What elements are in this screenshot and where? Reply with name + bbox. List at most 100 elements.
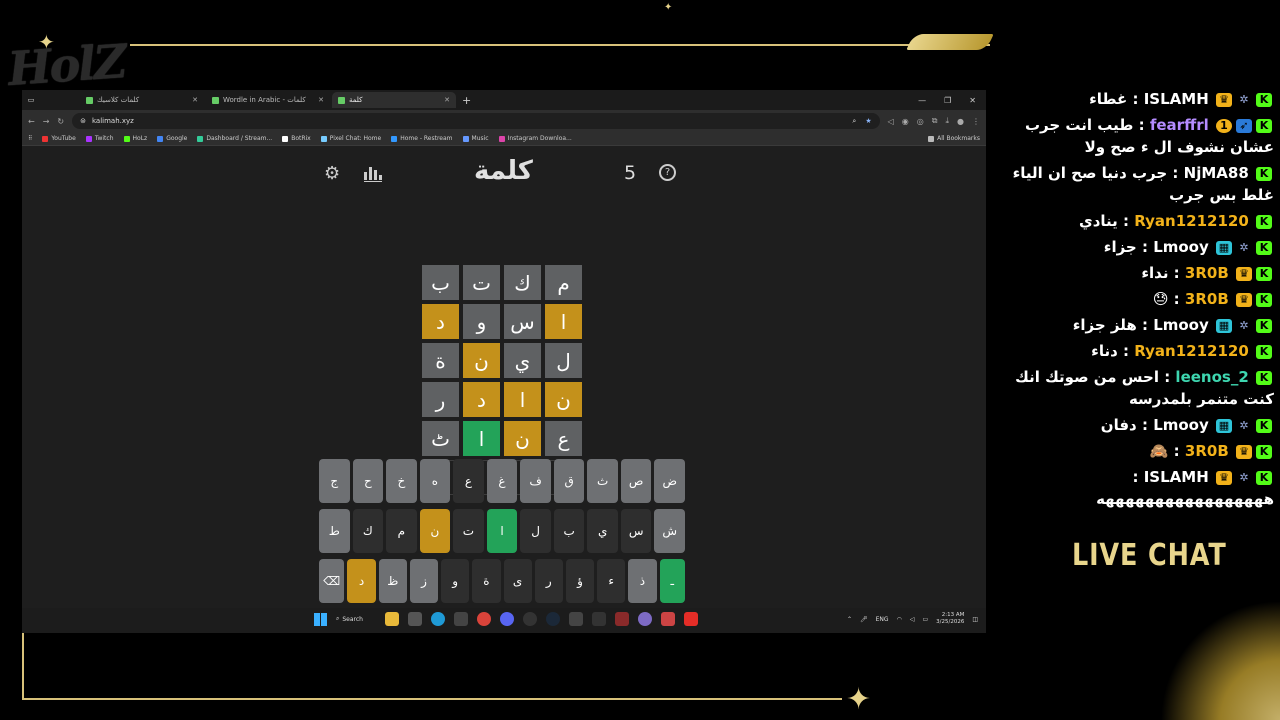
keyboard-key[interactable]: ظ — [378, 559, 407, 603]
minimize-button[interactable]: — — [918, 96, 926, 105]
bookmark-item[interactable]: YouTube — [42, 135, 76, 142]
close-tab-icon[interactable]: ✕ — [318, 96, 324, 104]
keyboard-key[interactable]: ق — [553, 459, 585, 503]
close-tab-icon[interactable]: ✕ — [192, 96, 198, 104]
store-icon[interactable] — [408, 612, 422, 626]
menu-icon[interactable]: ⋮ — [972, 117, 980, 126]
extension-icon[interactable]: ◎ — [917, 117, 924, 126]
bookmark-item[interactable]: Instagram Downloa... — [498, 135, 572, 142]
forward-icon[interactable]: → — [43, 117, 50, 126]
keyboard-key[interactable]: د — [347, 559, 376, 603]
address-bar[interactable]: ⊜ kalimah.xyz ⌕ ★ — [72, 113, 880, 129]
site-info-icon[interactable]: ⊜ — [80, 117, 86, 125]
zoom-icon[interactable]: ⌕ — [852, 117, 856, 126]
microphone-icon[interactable]: 🎤︎ — [860, 616, 868, 623]
wifi-icon[interactable]: ◠ — [897, 616, 902, 623]
maximize-button[interactable]: ❐ — [944, 96, 951, 105]
enter-key[interactable]: ـ — [659, 559, 685, 603]
keyboard-key[interactable]: ف — [520, 459, 551, 503]
bookmark-item[interactable]: Google — [157, 135, 187, 142]
bookmark-star-icon[interactable]: ★ — [865, 117, 871, 126]
keyboard-key[interactable]: ج — [318, 459, 350, 503]
backspace-key[interactable]: ⌫ — [319, 559, 345, 603]
app-icon[interactable] — [454, 612, 468, 626]
file-explorer-icon[interactable] — [385, 612, 399, 626]
mute-icon[interactable]: ◁ — [888, 117, 894, 126]
chrome-icon[interactable] — [477, 612, 491, 626]
app-icon[interactable] — [615, 612, 629, 626]
obs-icon[interactable] — [523, 612, 537, 626]
keyboard-key[interactable]: ى — [503, 559, 532, 603]
bookmark-item[interactable]: BotRix — [282, 135, 311, 142]
windows-start-icon[interactable] — [314, 612, 327, 626]
close-tab-icon[interactable]: ✕ — [444, 96, 450, 104]
new-tab-button[interactable]: + — [462, 94, 471, 107]
keyboard-key[interactable]: ش — [654, 509, 685, 553]
overlay-bottom-line — [22, 698, 842, 700]
bookmark-item[interactable]: Twitch — [85, 135, 114, 142]
bookmark-item[interactable]: Home - Restream — [391, 135, 453, 142]
statistics-icon[interactable] — [364, 164, 382, 182]
keyboard-key[interactable]: ة — [472, 559, 501, 603]
keyboard-key[interactable]: ل — [520, 509, 551, 553]
keyboard-key[interactable]: ن — [419, 509, 451, 553]
steam-icon[interactable] — [546, 612, 560, 626]
app-icon[interactable] — [569, 612, 583, 626]
chevron-up-icon[interactable]: ⌃ — [847, 616, 852, 623]
app-icon[interactable] — [638, 612, 652, 626]
keyboard-key[interactable]: ح — [352, 459, 384, 503]
keyboard-key[interactable]: س — [620, 509, 652, 553]
extension-icon[interactable]: ◉ — [902, 117, 909, 126]
apps-grid-icon[interactable]: ⠿ — [28, 135, 32, 142]
keyboard-key[interactable]: ر — [534, 559, 563, 603]
keyboard-key[interactable]: ك — [352, 509, 384, 553]
keyboard-key[interactable]: ء — [597, 559, 626, 603]
profile-avatar[interactable]: ● — [957, 117, 964, 126]
youtube-icon[interactable] — [684, 612, 698, 626]
bookmark-item[interactable]: Pixel Chat: Home — [320, 135, 381, 142]
keyboard-key[interactable]: ض — [654, 459, 685, 503]
app-icon[interactable] — [661, 612, 675, 626]
keyboard-key[interactable]: ا — [486, 509, 518, 553]
discord-icon[interactable] — [500, 612, 514, 626]
keyboard-key[interactable]: ي — [587, 509, 618, 553]
keyboard-key[interactable]: غ — [486, 459, 518, 503]
keyboard-key[interactable]: ؤ — [565, 559, 595, 603]
notification-icon[interactable]: ◫ — [972, 616, 978, 623]
keyboard-key[interactable]: ذ — [628, 559, 657, 603]
language-indicator[interactable]: ENG — [876, 616, 889, 623]
close-window-button[interactable]: ✕ — [969, 96, 976, 105]
all-bookmarks-button[interactable]: All Bookmarks — [928, 135, 980, 142]
volume-icon[interactable]: ◁ — [910, 616, 915, 623]
keyboard-key[interactable]: ع — [453, 459, 484, 503]
keyboard-key[interactable]: ب — [553, 509, 585, 553]
window-icon[interactable]: ▭ — [22, 96, 40, 104]
keyboard-key[interactable]: و — [441, 559, 470, 603]
keyboard-key[interactable]: ه — [419, 459, 451, 503]
help-icon[interactable]: ? — [659, 164, 676, 181]
back-icon[interactable]: ← — [28, 117, 35, 126]
taskbar-search[interactable]: ⌕ Search — [336, 615, 376, 623]
bookmark-item[interactable]: HoLz — [123, 135, 147, 142]
browser-tab[interactable]: كلمة ✕ — [332, 92, 456, 108]
reload-icon[interactable]: ↻ — [57, 117, 64, 126]
clock[interactable]: 2:13 AM 3/25/2026 — [936, 612, 964, 626]
keyboard-key[interactable]: ط — [318, 509, 350, 553]
keyboard-key[interactable]: خ — [386, 459, 417, 503]
battery-icon[interactable]: ▭ — [922, 616, 928, 623]
keyboard-key[interactable]: ث — [587, 459, 618, 503]
keyboard-key[interactable]: ز — [409, 559, 439, 603]
edge-icon[interactable] — [431, 612, 445, 626]
browser-tab[interactable]: Wordle in Arabic - كلمات ✕ — [206, 92, 330, 108]
keyboard-key[interactable]: ت — [453, 509, 484, 553]
settings-gear-icon[interactable]: ⚙ — [324, 163, 340, 184]
crown-badge-icon: ♛ — [1236, 266, 1252, 281]
keyboard-key[interactable]: م — [386, 509, 417, 553]
browser-tab[interactable]: كلمات كلاسيك ✕ — [80, 92, 204, 108]
bookmark-item[interactable]: Music — [462, 135, 489, 142]
bookmark-item[interactable]: Dashboard / Stream... — [197, 135, 272, 142]
keyboard-key[interactable]: ص — [620, 459, 652, 503]
app-icon[interactable] — [592, 612, 606, 626]
extensions-icon[interactable]: ⧉ — [932, 116, 938, 126]
download-icon[interactable]: ⤓ — [945, 116, 949, 126]
